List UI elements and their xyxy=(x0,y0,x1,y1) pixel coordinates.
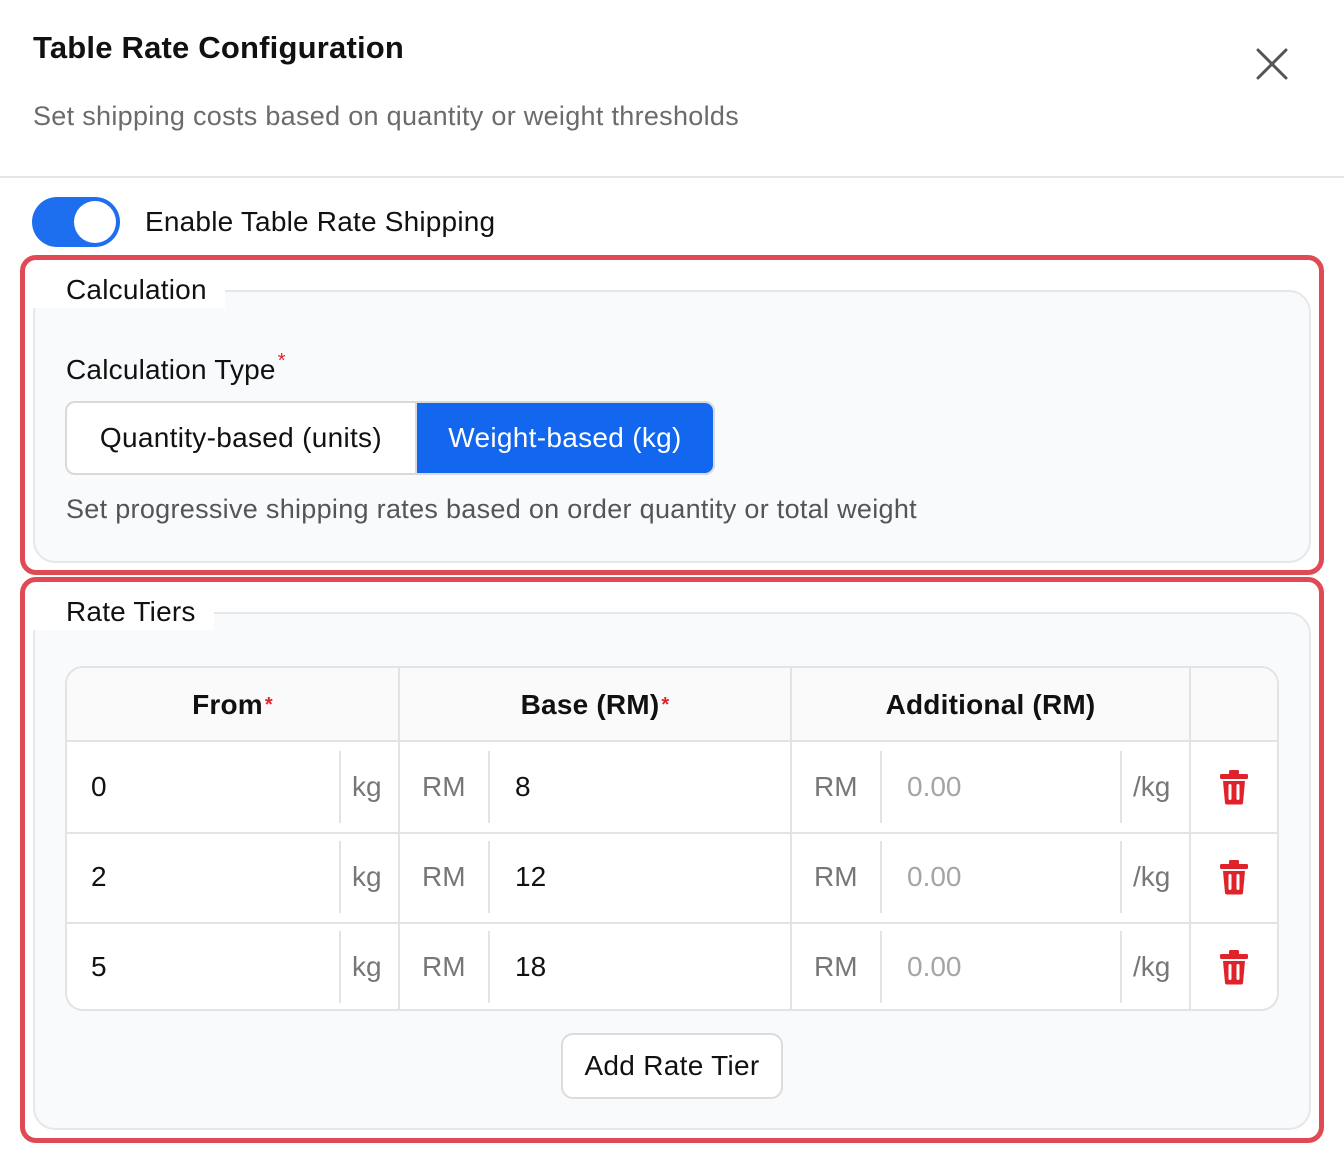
header-from-text: From xyxy=(192,689,263,720)
close-icon xyxy=(1256,48,1288,80)
base-input[interactable]: 18 xyxy=(515,951,546,983)
trash-icon[interactable] xyxy=(1219,769,1249,805)
required-mark: * xyxy=(661,693,670,716)
quantity-based-option[interactable]: Quantity-based (units) xyxy=(67,403,417,473)
base-input[interactable]: 8 xyxy=(515,771,531,803)
dialog-title: Table Rate Configuration xyxy=(33,30,405,65)
toggle-knob xyxy=(74,201,116,243)
input-addon-divider xyxy=(339,751,341,823)
input-addon-divider xyxy=(880,841,882,913)
enable-table-rate-label: Enable Table Rate Shipping xyxy=(145,206,496,237)
base-prefix: RM xyxy=(422,861,466,892)
additional-prefix: RM xyxy=(814,861,858,892)
table-row: 2 kg RM 12 RM 0.00 /kg xyxy=(67,832,1277,922)
input-addon-divider xyxy=(339,841,341,913)
required-mark: * xyxy=(277,350,286,372)
header-from: From * xyxy=(67,668,398,742)
header-base: Base (RM) * xyxy=(400,668,790,742)
additional-suffix: /kg xyxy=(1133,861,1171,892)
table-rate-dialog: Table Rate Configuration Set shipping co… xyxy=(0,0,1344,1164)
table-row: 5 kg RM 18 RM 0.00 /kg xyxy=(67,922,1277,1009)
additional-suffix: /kg xyxy=(1133,771,1171,802)
calculation-type-label-text: Calculation Type xyxy=(66,354,276,385)
input-addon-divider xyxy=(880,931,882,1003)
input-addon-divider xyxy=(1120,751,1122,823)
base-prefix: RM xyxy=(422,951,466,982)
close-button[interactable] xyxy=(1250,42,1294,86)
input-addon-divider xyxy=(488,931,490,1003)
calculation-type-label: Calculation Type * xyxy=(66,350,286,386)
from-unit: kg xyxy=(352,861,382,892)
trash-icon[interactable] xyxy=(1219,949,1249,985)
from-unit: kg xyxy=(352,951,382,982)
additional-prefix: RM xyxy=(814,771,858,802)
input-addon-divider xyxy=(488,841,490,913)
calculation-helper-text: Set progressive shipping rates based on … xyxy=(66,494,917,524)
required-mark: * xyxy=(264,693,273,716)
header-divider xyxy=(0,176,1344,178)
input-addon-divider xyxy=(339,931,341,1003)
calculation-type-selector: Quantity-based (units) Weight-based (kg) xyxy=(65,401,715,475)
enable-table-rate-toggle[interactable] xyxy=(32,197,120,247)
base-prefix: RM xyxy=(422,771,466,802)
table-header: From * Base (RM) * Additional (RM) xyxy=(67,668,1277,742)
input-addon-divider xyxy=(1120,841,1122,913)
input-addon-divider xyxy=(1120,931,1122,1003)
input-addon-divider xyxy=(488,751,490,823)
add-rate-tier-button[interactable]: Add Rate Tier xyxy=(561,1033,783,1099)
weight-based-option[interactable]: Weight-based (kg) xyxy=(416,403,713,473)
from-input[interactable]: 2 xyxy=(91,861,107,893)
additional-prefix: RM xyxy=(814,951,858,982)
from-input[interactable]: 5 xyxy=(91,951,107,983)
trash-icon[interactable] xyxy=(1219,859,1249,895)
header-base-text: Base (RM) xyxy=(520,689,660,720)
additional-input[interactable]: 0.00 xyxy=(907,861,962,893)
from-input[interactable]: 0 xyxy=(91,771,107,803)
additional-suffix: /kg xyxy=(1133,951,1171,982)
base-input[interactable]: 12 xyxy=(515,861,546,893)
additional-input[interactable]: 0.00 xyxy=(907,771,962,803)
input-addon-divider xyxy=(880,751,882,823)
dialog-subtitle: Set shipping costs based on quantity or … xyxy=(33,101,740,131)
additional-input[interactable]: 0.00 xyxy=(907,951,962,983)
header-additional: Additional (RM) xyxy=(885,689,1096,720)
rate-tiers-legend: Rate Tiers xyxy=(33,594,214,630)
calculation-legend: Calculation xyxy=(33,272,225,308)
table-row: 0 kg RM 8 RM 0.00 /kg xyxy=(67,742,1277,832)
rate-tiers-table: From * Base (RM) * Additional (RM) 0 kg RM… xyxy=(65,666,1279,1011)
from-unit: kg xyxy=(352,771,382,802)
